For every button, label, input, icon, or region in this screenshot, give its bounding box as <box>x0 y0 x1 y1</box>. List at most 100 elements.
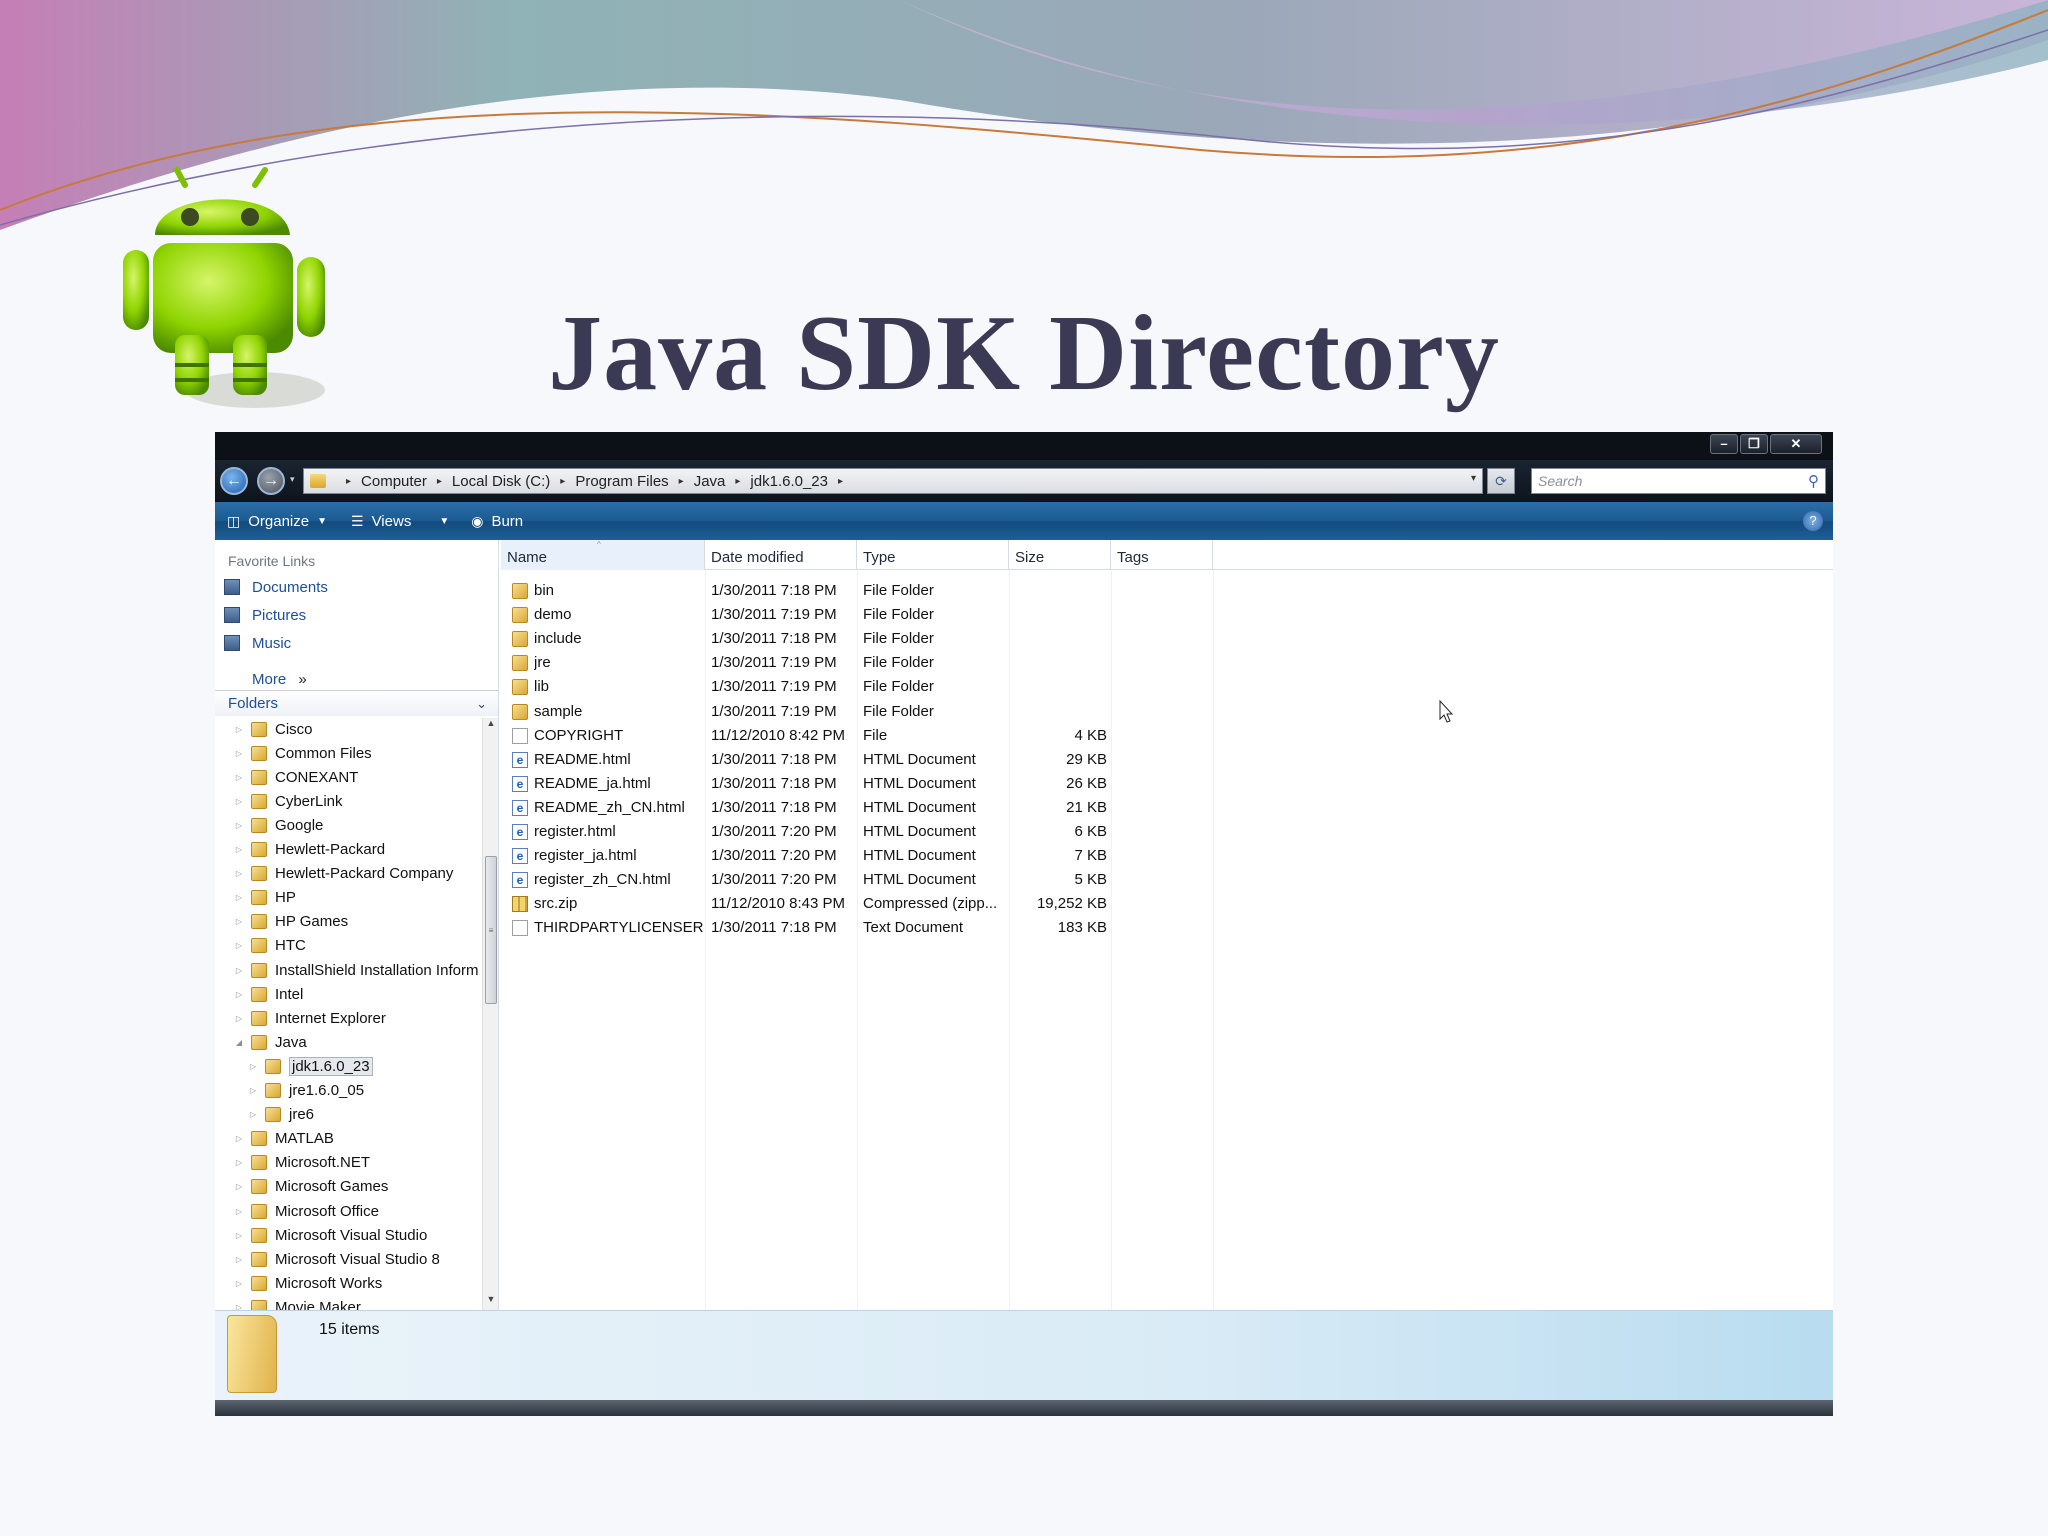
file-row[interactable]: e README_zh_CN.html 1/30/2011 7:18 PM HTML … <box>501 797 1213 821</box>
expand-toggle-icon[interactable]: ▷ <box>233 1231 245 1240</box>
expand-toggle-icon[interactable]: ▷ <box>233 1207 245 1216</box>
recent-pages-dropdown[interactable]: ▾ <box>290 474 295 485</box>
column-header-name[interactable]: Name <box>501 540 705 570</box>
refresh-button[interactable]: ⟳ <box>1487 468 1515 494</box>
expand-toggle-icon[interactable]: ▷ <box>233 869 245 878</box>
expand-toggle-icon[interactable]: ▷ <box>247 1086 259 1095</box>
folder-tree-item[interactable]: ▷ jdk1.6.0_23 <box>247 1055 373 1077</box>
favorite-link-documents[interactable]: Documents <box>224 576 328 598</box>
scroll-up-arrow-icon[interactable]: ▲ <box>483 718 498 734</box>
expand-toggle-icon[interactable]: ▷ <box>233 1279 245 1288</box>
expand-toggle-icon[interactable]: ▷ <box>233 1182 245 1191</box>
file-row[interactable]: e README_ja.html 1/30/2011 7:18 PM HTML Doc… <box>501 773 1213 797</box>
close-button[interactable]: ✕ <box>1770 434 1822 454</box>
expand-toggle-icon[interactable]: ▷ <box>233 1014 245 1023</box>
maximize-button[interactable]: ❐ <box>1740 434 1768 454</box>
forward-button[interactable]: → <box>257 467 285 495</box>
file-row[interactable]: e README.html 1/30/2011 7:18 PM HTML Docume… <box>501 749 1213 773</box>
folder-tree-item[interactable]: ▷ Microsoft Office <box>233 1200 379 1222</box>
expand-toggle-icon[interactable]: ▷ <box>233 797 245 806</box>
folder-tree-scrollbar[interactable]: ▲ ≡ ▼ <box>482 718 498 1310</box>
breadcrumb-jdk[interactable]: jdk1.6.0_23 <box>750 473 828 490</box>
folder-tree-item[interactable]: ▷ Microsoft Visual Studio <box>233 1224 427 1246</box>
column-header-type[interactable]: Type <box>857 540 1009 570</box>
views-button[interactable]: ☰ Views ▼ <box>351 513 449 530</box>
expand-toggle-icon[interactable]: ▷ <box>247 1110 259 1119</box>
search-icon[interactable]: ⚲ <box>1808 470 1819 494</box>
folder-tree-item[interactable]: ▷ InstallShield Installation Inform <box>233 959 479 981</box>
chevron-right-icon[interactable]: ▸ <box>437 476 442 487</box>
expand-toggle-icon[interactable]: ▷ <box>233 1158 245 1167</box>
file-row[interactable]: jre 1/30/2011 7:19 PM File Folder <box>501 652 1213 676</box>
expand-toggle-icon[interactable]: ▷ <box>233 845 245 854</box>
breadcrumb-computer[interactable]: Computer <box>361 473 427 490</box>
expand-toggle-icon[interactable]: ▷ <box>233 990 245 999</box>
file-row[interactable]: bin 1/30/2011 7:18 PM File Folder <box>501 580 1213 604</box>
file-row[interactable]: e register.html 1/30/2011 7:20 PM HTML Docu… <box>501 821 1213 845</box>
file-row[interactable]: include 1/30/2011 7:18 PM File Folder <box>501 628 1213 652</box>
help-button[interactable]: ? <box>1803 511 1823 531</box>
burn-button[interactable]: ◉ Burn <box>471 513 523 530</box>
file-row[interactable]: THIRDPARTYLICENSER... 1/30/2011 7:18 PM Te… <box>501 917 1213 941</box>
scroll-down-arrow-icon[interactable]: ▼ <box>483 1294 498 1310</box>
expand-toggle-icon[interactable]: ▷ <box>233 941 245 950</box>
expand-toggle-icon[interactable]: ▷ <box>247 1062 259 1071</box>
expand-toggle-icon[interactable]: ▷ <box>233 773 245 782</box>
folder-tree-item[interactable]: ▷ jre1.6.0_05 <box>247 1080 364 1102</box>
folder-tree-item[interactable]: ▷ Internet Explorer <box>233 1007 386 1029</box>
expand-toggle-icon[interactable]: ▷ <box>233 1134 245 1143</box>
folder-tree-item[interactable]: ▷ Movie Maker <box>233 1296 361 1310</box>
file-row[interactable]: lib 1/30/2011 7:19 PM File Folder <box>501 676 1213 700</box>
folder-tree-item[interactable]: ▷ MATLAB <box>233 1128 334 1150</box>
chevron-down-icon[interactable]: ⌄ <box>476 691 487 717</box>
folder-tree-item[interactable]: ▷ Microsoft.NET <box>233 1152 370 1174</box>
organize-button[interactable]: ◫ Organize ▼ <box>227 513 327 530</box>
file-row[interactable]: sample 1/30/2011 7:19 PM File Folder <box>501 701 1213 725</box>
expand-toggle-icon[interactable]: ▷ <box>233 1303 245 1310</box>
breadcrumb-java[interactable]: Java <box>694 473 726 490</box>
folder-tree-item[interactable]: ▷ HP <box>233 887 296 909</box>
address-dropdown-icon[interactable]: ▾ <box>1471 473 1476 484</box>
file-row[interactable]: e register_ja.html 1/30/2011 7:20 PM HTML D… <box>501 845 1213 869</box>
folders-header[interactable]: Folders ⌄ <box>215 690 498 717</box>
breadcrumb-program-files[interactable]: Program Files <box>575 473 668 490</box>
favorite-link-pictures[interactable]: Pictures <box>224 604 306 626</box>
folder-tree-item[interactable]: ▷ Common Files <box>233 742 372 764</box>
folder-tree-item[interactable]: ▷ Microsoft Visual Studio 8 <box>233 1248 440 1270</box>
file-row[interactable]: e register_zh_CN.html 1/30/2011 7:20 PM HTM… <box>501 869 1213 893</box>
chevron-right-icon[interactable]: ▸ <box>560 476 565 487</box>
expand-toggle-icon[interactable]: ▷ <box>233 725 245 734</box>
folder-tree-item[interactable]: ▷ Cisco <box>233 718 313 740</box>
file-row[interactable]: demo 1/30/2011 7:19 PM File Folder <box>501 604 1213 628</box>
address-bar[interactable]: ▸ Computer ▸ Local Disk (C:) ▸ Program F… <box>303 468 1483 494</box>
folder-tree-item[interactable]: ▷ CONEXANT <box>233 766 358 788</box>
expand-toggle-icon[interactable]: ▷ <box>233 917 245 926</box>
folder-tree-item[interactable]: ▷ Google <box>233 814 323 836</box>
expand-toggle-icon[interactable]: ▷ <box>233 966 245 975</box>
folder-tree-item[interactable]: ▷ CyberLink <box>233 790 343 812</box>
chevron-right-icon[interactable]: ▸ <box>679 476 684 487</box>
folder-tree-item[interactable]: ▷ HP Games <box>233 911 348 933</box>
column-header-size[interactable]: Size <box>1009 540 1111 570</box>
expand-toggle-icon[interactable]: ▷ <box>233 821 245 830</box>
folder-tree-item[interactable]: ▷ Microsoft Works <box>233 1272 382 1294</box>
expand-toggle-icon[interactable]: ▷ <box>233 893 245 902</box>
search-input[interactable]: Search ⚲ <box>1531 468 1826 494</box>
back-button[interactable]: ← <box>220 467 248 495</box>
expand-toggle-icon[interactable]: ◢ <box>233 1038 245 1047</box>
chevron-right-icon[interactable]: ▸ <box>346 476 351 487</box>
minimize-button[interactable]: – <box>1710 434 1738 454</box>
column-header-tags[interactable]: Tags <box>1111 540 1213 570</box>
folder-tree-item[interactable]: ▷ HTC <box>233 935 306 957</box>
expand-toggle-icon[interactable]: ▷ <box>233 1255 245 1264</box>
chevron-right-icon[interactable]: ▸ <box>838 476 843 487</box>
favorite-link-music[interactable]: Music <box>224 632 291 654</box>
favorites-more-link[interactable]: More » <box>252 671 307 688</box>
scroll-thumb[interactable]: ≡ <box>485 856 497 1004</box>
file-row[interactable]: src.zip 11/12/2010 8:43 PM Compressed (zip… <box>501 893 1213 917</box>
folder-tree-item[interactable]: ▷ jre6 <box>247 1104 314 1126</box>
folder-tree-item[interactable]: ▷ Microsoft Games <box>233 1176 388 1198</box>
file-row[interactable]: COPYRIGHT 11/12/2010 8:42 PM File 4 KB <box>501 725 1213 749</box>
folder-tree-item[interactable]: ▷ Hewlett-Packard <box>233 839 385 861</box>
folder-tree-item[interactable]: ▷ Hewlett-Packard Company <box>233 863 453 885</box>
